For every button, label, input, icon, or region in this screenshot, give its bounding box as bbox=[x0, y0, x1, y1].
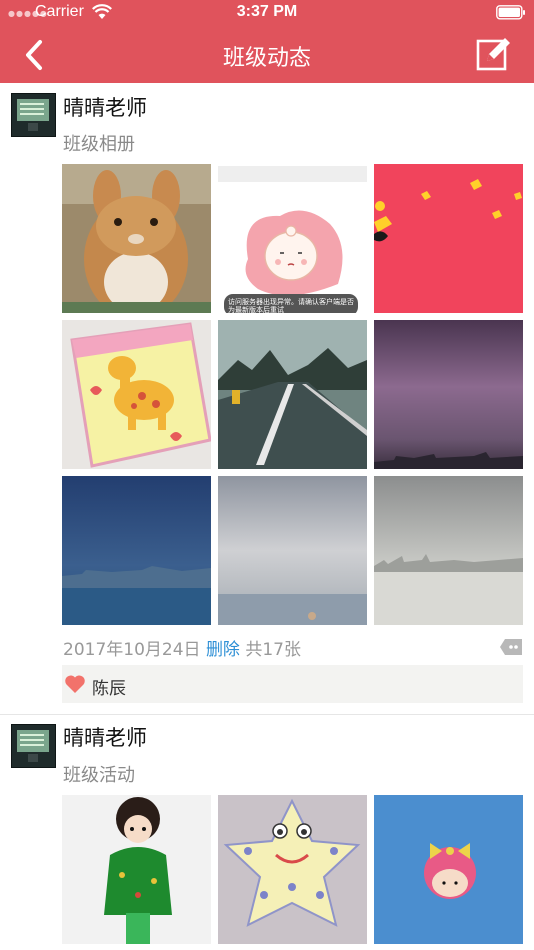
clock: 3:37 PM bbox=[236, 3, 298, 20]
post-card: 晴晴老师 班级相册 访问服务器出现异常。请确认客户端是否为最新版本后重试 201… bbox=[0, 83, 534, 715]
delete-link[interactable]: 删除 bbox=[206, 640, 240, 660]
likes-bar: 陈辰 bbox=[62, 665, 523, 703]
photo-thumbnail[interactable] bbox=[62, 795, 211, 944]
battery-icon bbox=[496, 5, 525, 20]
post-meta: 2017年10月24日 删除 共17张 bbox=[63, 635, 301, 660]
photo-thumbnail[interactable] bbox=[218, 795, 367, 944]
photo-thumbnail[interactable] bbox=[374, 164, 523, 313]
photo-thumbnail[interactable] bbox=[374, 476, 523, 625]
navigation-bar: 班级动态 bbox=[0, 26, 534, 83]
error-toast-text: 访问服务器出现异常。请确认客户端是否为最新版本后重试 bbox=[228, 298, 354, 313]
liked-by-name[interactable]: 陈辰 bbox=[92, 674, 126, 699]
photo-thumbnail[interactable] bbox=[374, 320, 523, 469]
heart-icon[interactable] bbox=[64, 674, 86, 694]
post-album-name: 班级活动 bbox=[63, 765, 135, 786]
photo-thumbnail[interactable] bbox=[62, 320, 211, 469]
avatar[interactable] bbox=[11, 93, 56, 137]
photo-thumbnail[interactable] bbox=[374, 795, 523, 944]
post-author: 晴晴老师 bbox=[63, 726, 147, 750]
divider bbox=[0, 714, 534, 715]
post-album-name: 班级相册 bbox=[63, 134, 135, 155]
photo-thumbnail[interactable]: 访问服务器出现异常。请确认客户端是否为最新版本后重试 bbox=[218, 164, 367, 313]
header-bar: ●●●●● Carrier 3:37 PM 班级动态 bbox=[0, 0, 534, 83]
post-date: 2017年10月24日 bbox=[63, 640, 201, 660]
post-card: 晴晴老师 班级活动 bbox=[0, 716, 534, 950]
compose-button[interactable] bbox=[476, 36, 512, 72]
photo-thumbnail[interactable] bbox=[218, 476, 367, 625]
post-author: 晴晴老师 bbox=[63, 96, 147, 120]
page-title: 班级动态 bbox=[222, 46, 311, 71]
comment-icon[interactable] bbox=[499, 638, 523, 656]
photo-thumbnail[interactable] bbox=[62, 164, 211, 313]
photo-thumbnail[interactable] bbox=[62, 476, 211, 625]
status-bar: ●●●●● Carrier 3:37 PM bbox=[0, 0, 534, 26]
photo-thumbnail[interactable] bbox=[218, 320, 367, 469]
photo-count: 共17张 bbox=[245, 640, 301, 660]
avatar[interactable] bbox=[11, 724, 56, 768]
